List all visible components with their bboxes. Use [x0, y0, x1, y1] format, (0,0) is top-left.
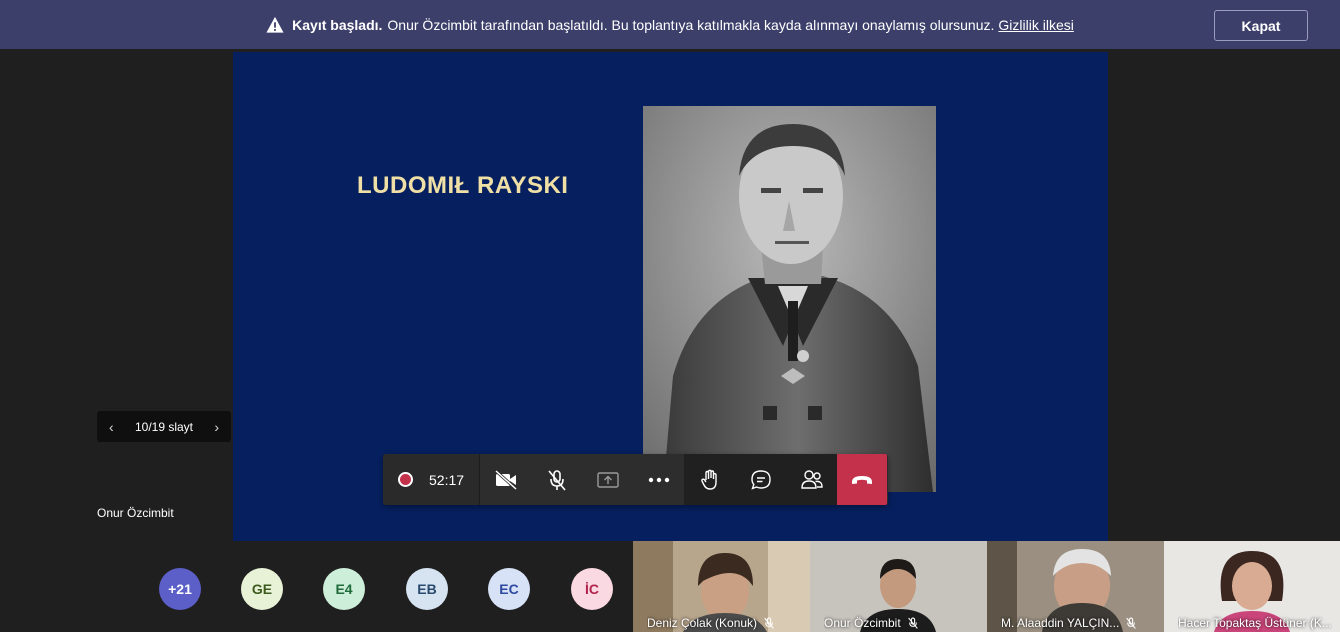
camera-off-button[interactable]	[480, 454, 531, 505]
share-screen-button[interactable]	[582, 454, 633, 505]
participant-name-row: Onur Özcimbit	[824, 614, 919, 632]
participant-avatar[interactable]: EB	[406, 568, 448, 610]
camera-off-icon	[494, 469, 517, 490]
share-screen-icon	[596, 471, 619, 488]
meeting-controls: 52:17	[383, 454, 888, 505]
banner-message: Onur Özcimbit tarafından başlatıldı. Bu …	[387, 16, 995, 33]
participant-video-tile[interactable]: Hacer Topaktaş Üstüner (K...	[1164, 541, 1340, 632]
leave-call-button[interactable]	[837, 454, 887, 505]
mute-button[interactable]	[531, 454, 582, 505]
recording-indicator: 52:17	[383, 454, 479, 505]
participant-name: Onur Özcimbit	[824, 616, 901, 630]
participant-name-row: M. Alaaddin YALÇIN...	[1001, 614, 1137, 632]
people-icon	[800, 469, 823, 489]
raise-hand-button[interactable]	[684, 454, 735, 505]
participants-button[interactable]	[786, 454, 837, 505]
participant-video-tile[interactable]: M. Alaaddin YALÇIN...	[987, 541, 1164, 632]
participant-avatar[interactable]: İC	[571, 568, 613, 610]
chat-icon	[750, 469, 771, 490]
slide-counter: 10/19 slayt	[134, 419, 194, 434]
participant-avatar[interactable]: GE	[241, 568, 283, 610]
previous-slide-icon[interactable]: ‹	[109, 419, 114, 435]
participant-avatar[interactable]: E4	[323, 568, 365, 610]
more-actions-button[interactable]	[633, 454, 684, 505]
participant-name: M. Alaaddin YALÇIN...	[1001, 616, 1120, 630]
participant-name: Deniz Çolak (Konuk)	[647, 616, 758, 630]
portrait-photo	[643, 106, 936, 492]
record-icon	[398, 472, 413, 487]
interaction-controls	[684, 454, 837, 505]
participant-name-row: Deniz Çolak (Konuk)	[647, 614, 775, 632]
presenter-name: Onur Özcimbit	[97, 506, 174, 520]
mic-off-icon	[1126, 617, 1137, 629]
participant-video-tile[interactable]: Deniz Çolak (Konuk)	[633, 541, 810, 632]
more-icon	[648, 477, 669, 482]
raise-hand-icon	[700, 469, 717, 490]
close-banner-button[interactable]: Kapat	[1214, 10, 1308, 41]
mic-off-icon	[547, 469, 566, 491]
participants-strip: +21 GE E4 EB EC İC Deniz Çolak (Konuk) O…	[0, 541, 1340, 632]
hang-up-icon	[852, 475, 872, 484]
participant-avatar[interactable]: EC	[488, 568, 530, 610]
mic-off-icon	[764, 617, 774, 629]
media-controls	[479, 454, 684, 505]
privacy-policy-link[interactable]: Gizlilik ilkesi	[998, 17, 1073, 33]
mic-off-icon	[907, 617, 918, 629]
participant-video-tile[interactable]: Onur Özcimbit	[810, 541, 987, 632]
next-slide-icon[interactable]: ›	[214, 419, 219, 435]
recording-banner: Kayıt başladı. Onur Özcimbit tarafından …	[0, 0, 1340, 49]
chat-button[interactable]	[735, 454, 786, 505]
slide-navigator: ‹ 10/19 slayt ›	[97, 411, 231, 442]
banner-title: Kayıt başladı.	[292, 16, 383, 33]
participant-name-row: Hacer Topaktaş Üstüner (K...	[1178, 614, 1332, 632]
warning-icon	[266, 16, 284, 33]
overflow-participants-badge[interactable]: +21	[159, 568, 201, 610]
participant-name: Hacer Topaktaş Üstüner (K...	[1178, 616, 1332, 630]
main-stage: LUDOMIŁ RAYSKI ‹ 10/19 slayt › Onur Özci…	[0, 49, 1340, 541]
slide-title: LUDOMIŁ RAYSKI	[357, 172, 569, 199]
meeting-timer: 52:17	[429, 471, 465, 488]
